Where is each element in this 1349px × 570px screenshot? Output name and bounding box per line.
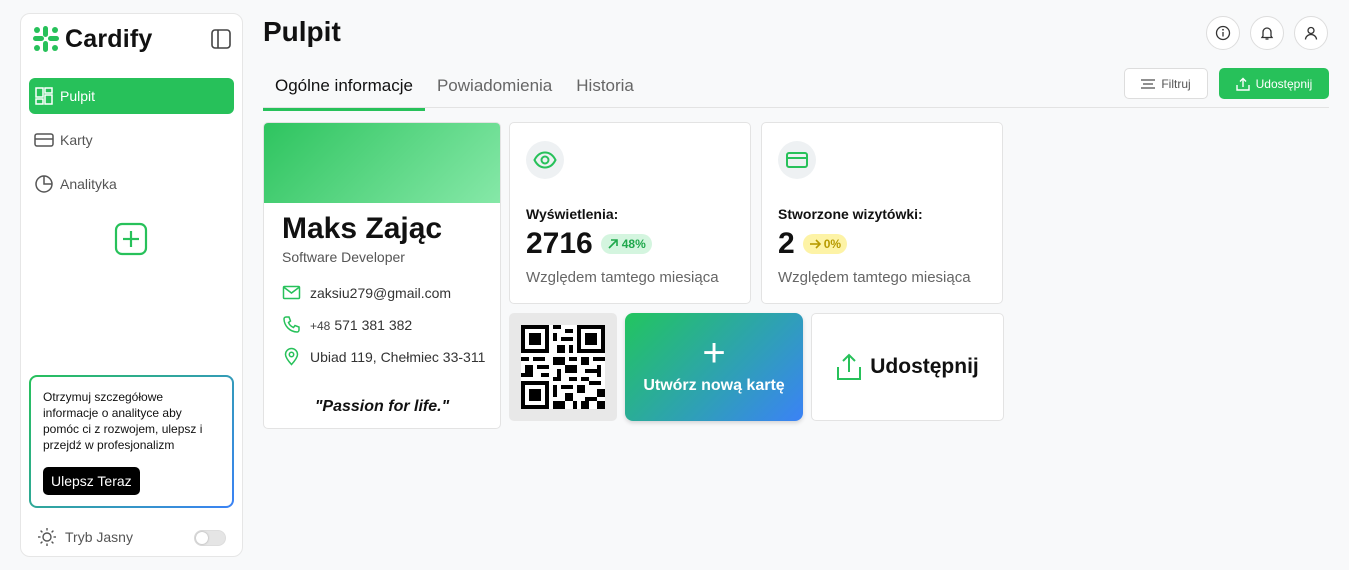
share-tile-button[interactable]: Udostępnij: [811, 313, 1004, 421]
info-icon: [1215, 25, 1231, 41]
plus-icon: +: [702, 331, 726, 375]
top-icons: [1206, 16, 1328, 50]
card-email-text: zaksiu279@gmail.com: [310, 284, 452, 301]
info-button[interactable]: [1206, 16, 1240, 50]
sidebar-item-label: Pulpit: [60, 88, 96, 104]
create-card-button[interactable]: + Utwórz nową kartę: [625, 313, 803, 421]
tabs-divider: [263, 107, 1329, 108]
share-label: Udostępnij: [1255, 76, 1313, 91]
views-subtitle: Względem tamtego miesiąca: [526, 269, 719, 286]
page-title: Pulpit: [263, 16, 341, 47]
pie-chart-icon: [35, 175, 53, 193]
share-tile-label: Udostępnij: [870, 355, 979, 378]
created-cards-label: Stworzone wizytówki:: [778, 206, 923, 222]
card-phone: +48 571 381 382: [282, 315, 412, 334]
theme-toggle[interactable]: [194, 530, 226, 546]
views-trend-badge: 48%: [600, 234, 652, 254]
created-cards-subtitle: Względem tamtego miesiąca: [778, 269, 971, 286]
sidebar-item-karty[interactable]: Karty: [29, 122, 234, 158]
sun-icon: [38, 528, 56, 546]
created-cards-trend-value: 0%: [823, 237, 842, 251]
cardify-logo-icon: [33, 26, 59, 52]
mail-icon: [282, 285, 301, 300]
views-value: 2716: [526, 227, 593, 260]
card-address-text: Ubiad 119, Chełmiec 33-311: [310, 348, 486, 365]
sidebar-item-label: Analityka: [60, 176, 117, 192]
app-name: Cardify: [65, 24, 153, 53]
dashboard-icon: [35, 87, 53, 105]
theme-label: Tryb Jasny: [65, 529, 133, 545]
upgrade-promo: Otrzymuj szczegółowe informacje o analit…: [29, 375, 234, 508]
views-trend-value: 48%: [621, 237, 646, 251]
tabs: Ogólne informacje Powiadomienia Historia: [263, 68, 646, 111]
phone-icon: [283, 316, 300, 333]
logo[interactable]: Cardify: [31, 24, 153, 54]
sidebar-toggle-icon[interactable]: [210, 28, 232, 50]
filter-button[interactable]: Filtruj: [1124, 68, 1208, 99]
notifications-button[interactable]: [1250, 16, 1284, 50]
add-card-icon[interactable]: [114, 222, 148, 256]
profile-button[interactable]: [1294, 16, 1328, 50]
card-icon: [34, 133, 54, 147]
filter-icon: [1141, 78, 1156, 89]
arrow-up-right-icon: [608, 239, 618, 249]
upload-icon: [837, 353, 862, 380]
upgrade-button[interactable]: Ulepsz Teraz: [43, 467, 140, 495]
eye-icon: [533, 151, 557, 169]
sidebar: Cardify Pulpit Karty Analityka Otrzymuj …: [20, 13, 243, 557]
qr-code-icon: [521, 325, 605, 409]
bell-icon: [1260, 27, 1274, 40]
theme-row: Tryb Jasny: [37, 527, 133, 547]
stat-icon-bg: [778, 141, 816, 179]
views-stat-card: Wyświetlenia: 2716 48% Względem tamtego …: [509, 122, 751, 304]
sidebar-nav: Pulpit Karty Analityka: [29, 78, 234, 210]
sidebar-item-analityka[interactable]: Analityka: [29, 166, 234, 202]
tab-notifications[interactable]: Powiadomienia: [425, 68, 564, 111]
sidebar-item-pulpit[interactable]: Pulpit: [29, 78, 234, 114]
card-email: zaksiu279@gmail.com: [282, 283, 451, 302]
phone-prefix: +48: [310, 318, 331, 333]
sidebar-item-label: Karty: [60, 132, 93, 148]
created-cards-stat-card: Stworzone wizytówki: 2 0% Względem tamte…: [761, 122, 1003, 304]
promo-text: Otrzymuj szczegółowe informacje o analit…: [43, 390, 203, 452]
upload-icon: [1235, 77, 1250, 91]
created-cards-trend-badge: 0%: [802, 234, 848, 254]
views-label: Wyświetlenia:: [526, 206, 619, 222]
tab-history[interactable]: Historia: [564, 68, 646, 111]
card-motto: "Passion for life.": [314, 398, 450, 415]
card-banner: [264, 123, 500, 203]
card-phone-text: 571 381 382: [334, 316, 413, 333]
arrow-right-icon: [809, 239, 821, 249]
created-cards-value: 2: [778, 227, 795, 260]
stat-icon-bg: [526, 141, 564, 179]
qr-code-tile[interactable]: [509, 313, 617, 421]
tab-general[interactable]: Ogólne informacje: [263, 68, 425, 111]
card-icon: [786, 152, 808, 168]
share-button[interactable]: Udostępnij: [1219, 68, 1329, 99]
card-address: Ubiad 119, Chełmiec 33-311: [282, 347, 485, 366]
location-pin-icon: [284, 347, 299, 366]
business-card-preview[interactable]: Maks Zając Software Developer zaksiu279@…: [263, 122, 501, 429]
user-icon: [1304, 26, 1318, 40]
card-name: Maks Zając: [282, 212, 443, 245]
create-card-label: Utwórz nową kartę: [643, 377, 785, 394]
card-role: Software Developer: [282, 249, 405, 265]
filter-label: Filtruj: [1161, 76, 1191, 91]
